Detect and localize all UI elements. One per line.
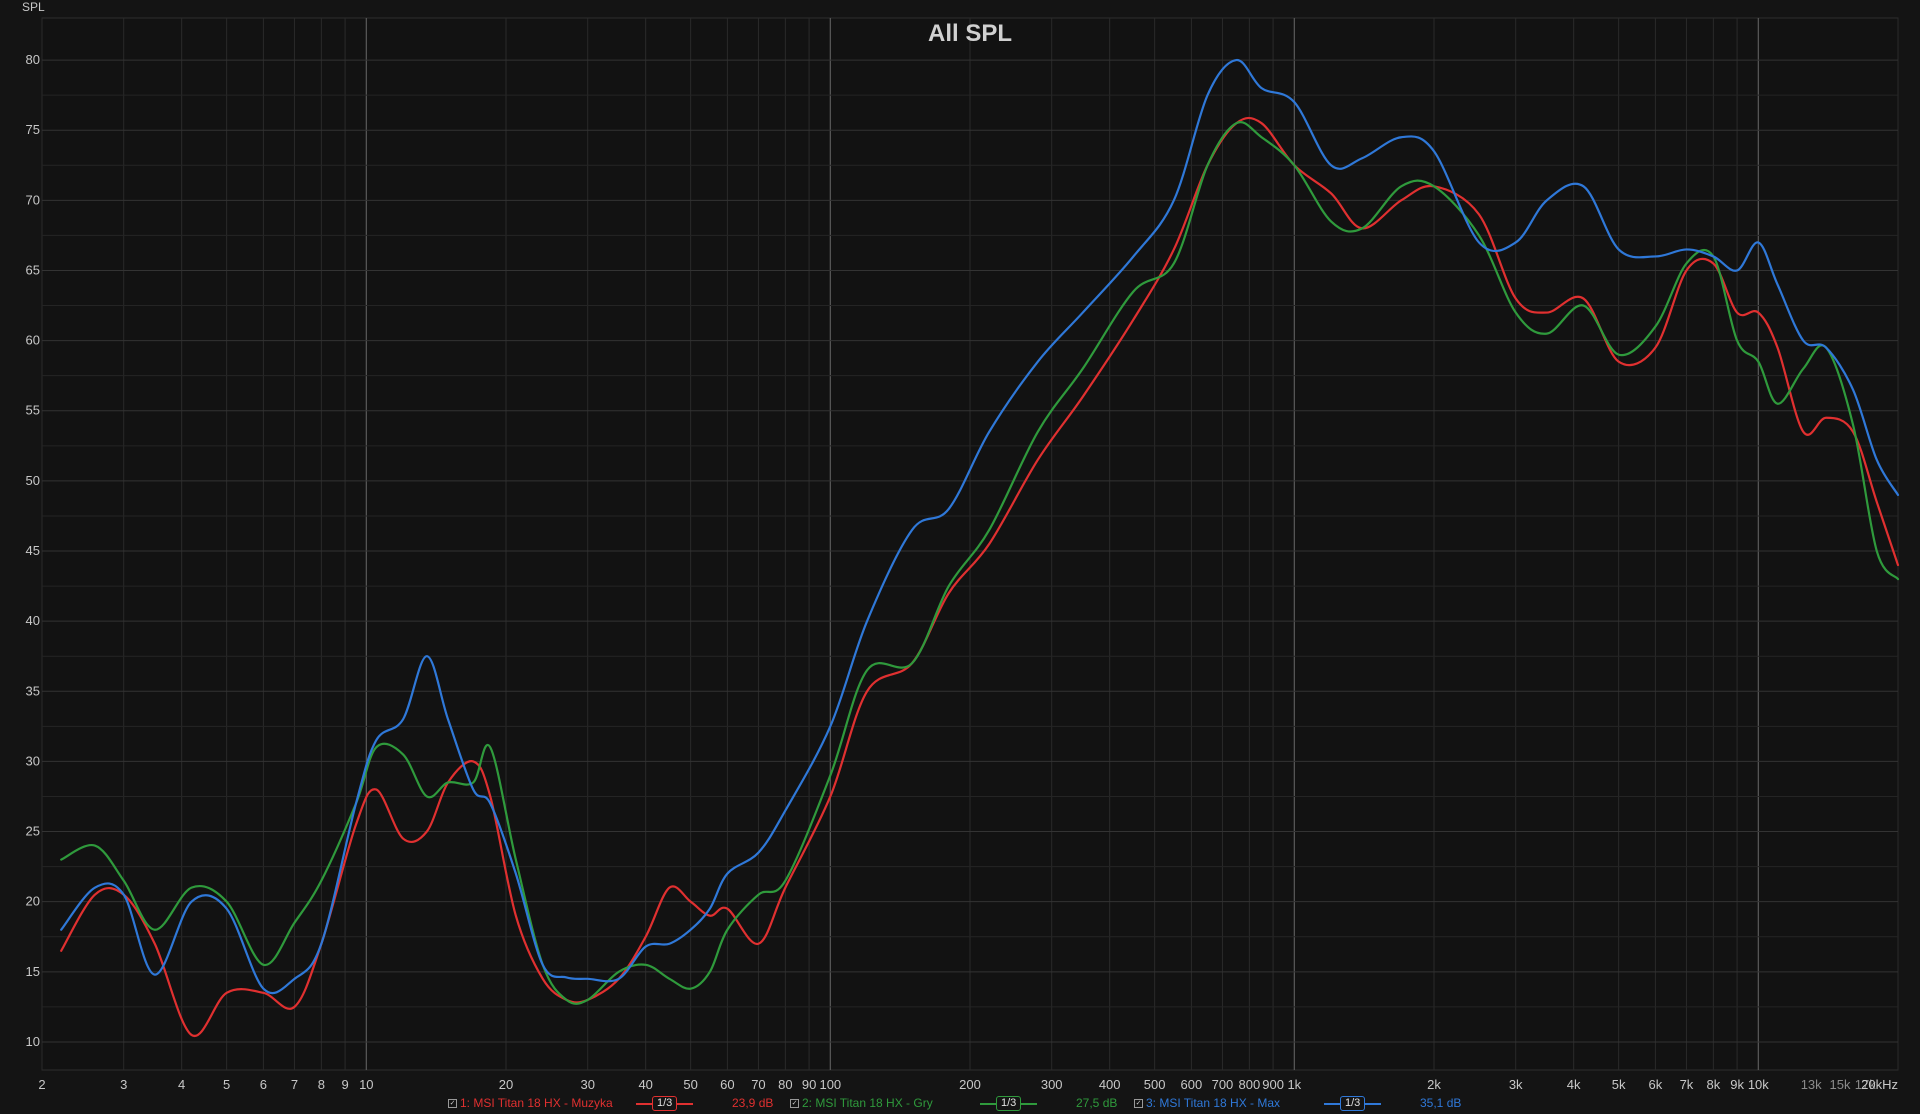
x-tick-label: 7 xyxy=(291,1077,298,1092)
x-tick-label: 200 xyxy=(959,1077,981,1092)
legend-label-2: 2: MSI Titan 18 HX - Gry xyxy=(802,1096,933,1110)
x-tick-label: 60 xyxy=(720,1077,734,1092)
x-tick-label: 40 xyxy=(638,1077,652,1092)
smoothing-label-1: 1/3 xyxy=(652,1096,678,1111)
x-tick-label: 9 xyxy=(341,1077,348,1092)
legend-entry-1[interactable]: ✓ 1: MSI Titan 18 HX - Muzyka xyxy=(448,1096,613,1110)
x-tick-label: 3k xyxy=(1509,1077,1523,1092)
x-tick-label: 900 xyxy=(1262,1077,1284,1092)
legend-label-3: 3: MSI Titan 18 HX - Max xyxy=(1146,1096,1281,1110)
x-tick-label: 600 xyxy=(1181,1077,1203,1092)
x-tick-label: 5 xyxy=(223,1077,230,1092)
smoothing-label-2: 1/3 xyxy=(996,1096,1022,1111)
smoothing-indicator-1[interactable]: 1/3 xyxy=(636,1096,694,1111)
x-tick-label: 500 xyxy=(1144,1077,1166,1092)
y-tick-label: 80 xyxy=(26,52,40,67)
y-tick-label: 35 xyxy=(26,683,40,698)
x-tick-label: 20kHz xyxy=(1861,1077,1898,1092)
x-tick-label: 8k xyxy=(1706,1077,1720,1092)
x-tick-label: 4k xyxy=(1567,1077,1581,1092)
x-tick-label: 1k xyxy=(1287,1077,1301,1092)
x-tick-label: 7k xyxy=(1680,1077,1694,1092)
x-tick-label: 9k xyxy=(1730,1077,1744,1092)
smoothing-indicator-2[interactable]: 1/3 xyxy=(980,1096,1038,1111)
x-axis-ticks: 2 3 4 5 6 7 8 9 10 20 30 40 50 60 70 80 90 100 200 300 400 50… xyxy=(38,1077,1898,1092)
x-tick-label: 30 xyxy=(580,1077,594,1092)
y-tick-label: 25 xyxy=(26,824,40,839)
y-axis-label: SPL xyxy=(22,0,45,14)
x-tick-label: 700 xyxy=(1212,1077,1234,1092)
x-tick-label: 20 xyxy=(499,1077,513,1092)
checkbox-icon[interactable]: ✓ xyxy=(790,1098,799,1108)
x-tick-label: 90 xyxy=(802,1077,816,1092)
legend-value-2: 27,5 dB xyxy=(1076,1096,1118,1110)
chart-title: All SPL xyxy=(928,20,1012,47)
x-tick-label: 10k xyxy=(1748,1077,1769,1092)
legend-entry-3[interactable]: ✓ 3: MSI Titan 18 HX - Max xyxy=(1134,1096,1280,1110)
legend-entry-2[interactable]: ✓ 2: MSI Titan 18 HX - Gry xyxy=(790,1096,933,1110)
x-tick-label: 5k xyxy=(1612,1077,1626,1092)
x-tick-label: 2 xyxy=(38,1077,45,1092)
x-tick-label: 2k xyxy=(1427,1077,1441,1092)
x-tick-label: 70 xyxy=(751,1077,765,1092)
spl-chart: 101520253035404550556065707580 234567891… xyxy=(22,0,1900,1092)
checkbox-icon[interactable]: ✓ xyxy=(1134,1098,1143,1108)
x-tick-label: 8 xyxy=(318,1077,325,1092)
y-tick-label: 15 xyxy=(26,964,40,979)
smoothing-label-3: 1/3 xyxy=(1340,1096,1366,1111)
y-tick-label: 70 xyxy=(26,192,40,207)
legend-value-1: 23,9 dB xyxy=(732,1096,774,1110)
x-tick-label: 10 xyxy=(359,1077,373,1092)
x-tick-label: 50 xyxy=(683,1077,697,1092)
y-tick-label: 20 xyxy=(26,894,40,909)
y-tick-label: 75 xyxy=(26,122,40,137)
x-tick-label: 6 xyxy=(260,1077,267,1092)
y-tick-label: 60 xyxy=(26,333,40,348)
x-tick-label: 400 xyxy=(1099,1077,1121,1092)
y-tick-label: 50 xyxy=(26,473,40,488)
y-tick-label: 10 xyxy=(26,1034,40,1049)
legend: ✓ 1: MSI Titan 18 HX - Muzyka 1/3 23,9 d… xyxy=(0,1094,1920,1114)
y-tick-label: 40 xyxy=(26,613,40,628)
x-tick-label: 13k xyxy=(1801,1077,1822,1092)
checkbox-icon[interactable]: ✓ xyxy=(448,1098,457,1108)
x-tick-label: 4 xyxy=(178,1077,185,1092)
smoothing-indicator-3[interactable]: 1/3 xyxy=(1324,1096,1382,1111)
y-tick-label: 45 xyxy=(26,543,40,558)
x-tick-label: 6k xyxy=(1649,1077,1663,1092)
y-tick-label: 30 xyxy=(26,753,40,768)
legend-value-3: 35,1 dB xyxy=(1420,1096,1462,1110)
x-tick-label: 800 xyxy=(1239,1077,1261,1092)
y-tick-label: 65 xyxy=(26,262,40,277)
x-tick-label: 15k xyxy=(1830,1077,1851,1092)
x-tick-label: 300 xyxy=(1041,1077,1063,1092)
y-tick-label: 55 xyxy=(26,403,40,418)
x-tick-label: 100 xyxy=(819,1077,841,1092)
legend-label-1: 1: MSI Titan 18 HX - Muzyka xyxy=(460,1096,613,1110)
y-axis-ticks: 10 15 20 25 30 35 40 45 50 55 60 65 70 75 80 xyxy=(26,52,40,1049)
x-tick-label: 80 xyxy=(778,1077,792,1092)
x-tick-label: 3 xyxy=(120,1077,127,1092)
